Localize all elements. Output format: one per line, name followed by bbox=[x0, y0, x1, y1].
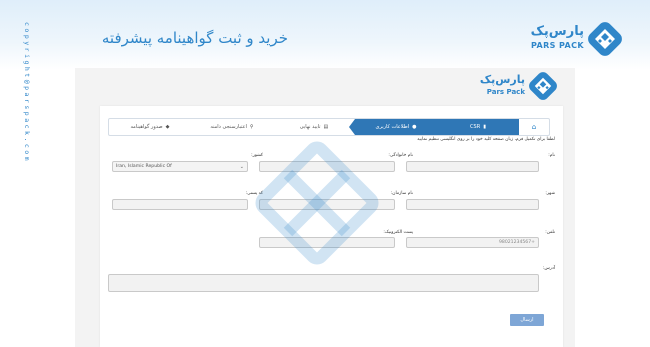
certificate-icon: ◆ bbox=[165, 124, 170, 130]
checklist-icon: ▤ bbox=[323, 124, 329, 130]
city-field[interactable] bbox=[406, 199, 539, 210]
user-icon: ● bbox=[412, 124, 417, 130]
email-field[interactable] bbox=[259, 237, 395, 248]
country-label: کشور: bbox=[251, 153, 263, 158]
logo-icon bbox=[588, 22, 622, 56]
address-label: آدرس: bbox=[542, 266, 555, 271]
organization-label: نام سازمان: bbox=[390, 191, 413, 196]
brand-name-fa: پارس‌پک bbox=[530, 24, 584, 39]
step-domain-validation[interactable]: ⚲ اعتبارسنجی دامنه bbox=[191, 119, 273, 135]
phone-label: تلفن: bbox=[545, 230, 555, 235]
home-icon: ⌂ bbox=[531, 123, 537, 131]
page-title: خرید و ثبت گواهینامه پیشرفته bbox=[101, 29, 288, 47]
submit-button[interactable]: ارسال bbox=[510, 314, 544, 326]
chevron-down-icon: ⌄ bbox=[239, 163, 244, 170]
step-label: CSR bbox=[470, 124, 481, 130]
wizard-steps: ⌂ ▮ CSR ● اطلاعات کاربری ▤ تایید نهایی ⚲… bbox=[108, 118, 550, 136]
app-logo[interactable]: پارس‌پک Pars Pack bbox=[467, 71, 557, 101]
last-name-label: نام خانوادگی: bbox=[388, 153, 413, 158]
step-home[interactable]: ⌂ bbox=[519, 119, 549, 135]
brand-logo: پارس‌پک PARS PACK bbox=[522, 22, 622, 56]
phone-field[interactable]: +98021234567 bbox=[406, 237, 539, 248]
step-csr[interactable]: ▮ CSR bbox=[437, 119, 519, 135]
country-value: Iran, Islamic Republic Of bbox=[116, 164, 172, 169]
step-final-confirm[interactable]: ▤ تایید نهایی bbox=[273, 119, 355, 135]
form-instructions: لطفا برای تکمیل فرم، زبان صفحه کلید خود … bbox=[417, 137, 555, 142]
copyright-text: copyright@parspack.com bbox=[23, 22, 31, 164]
step-label: تایید نهایی bbox=[299, 124, 321, 130]
app-brand-en: Pars Pack bbox=[486, 88, 525, 96]
step-certificate-issue[interactable]: ◆ صدور گواهینامه bbox=[109, 119, 191, 135]
app-window: پارس‌پک Pars Pack ⌂ ▮ CSR ● اطلاعات کارب… bbox=[75, 68, 575, 347]
file-icon: ▮ bbox=[483, 124, 486, 130]
postal-code-field[interactable] bbox=[112, 199, 248, 210]
logo-icon bbox=[529, 72, 557, 100]
postal-code-label: کد پستی: bbox=[245, 191, 263, 196]
country-select[interactable]: Iran, Islamic Republic Of ⌄ bbox=[112, 161, 248, 172]
first-name-field[interactable] bbox=[406, 161, 539, 172]
phone-placeholder: +98021234567 bbox=[498, 240, 535, 245]
address-field[interactable] bbox=[108, 274, 539, 292]
step-label: صدور گواهینامه bbox=[130, 124, 163, 130]
search-icon: ⚲ bbox=[249, 124, 254, 130]
first-name-label: نام: bbox=[548, 153, 555, 158]
step-user-info[interactable]: ● اطلاعات کاربری bbox=[349, 119, 437, 135]
brand-name-en: PARS PACK bbox=[530, 41, 584, 50]
form-card: ⌂ ▮ CSR ● اطلاعات کاربری ▤ تایید نهایی ⚲… bbox=[100, 106, 563, 347]
step-label: اعتبارسنجی دامنه bbox=[210, 124, 247, 130]
organization-field[interactable] bbox=[259, 199, 395, 210]
step-label: اطلاعات کاربری bbox=[375, 124, 410, 130]
last-name-field[interactable] bbox=[259, 161, 395, 172]
email-label: پست الکترونیک: bbox=[383, 230, 413, 235]
app-brand-fa: پارس‌پک bbox=[479, 73, 525, 86]
city-label: شهر: bbox=[545, 191, 555, 196]
